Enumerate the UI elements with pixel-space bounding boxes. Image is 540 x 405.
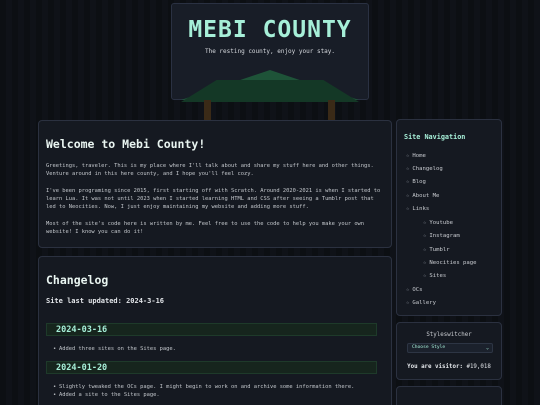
star-icon: ☆	[423, 247, 427, 253]
nav-link-about-me[interactable]: ☆ About Me	[406, 193, 439, 199]
nav-link-instagram[interactable]: ☆ Instagram	[423, 233, 460, 239]
changelog-date-header: 2024-01-20	[46, 361, 377, 374]
changelog-title: Changelog	[46, 273, 109, 287]
changelog-item: Added three sites on the Sites page.	[53, 346, 176, 352]
site-title: MEBI COUNTY	[188, 17, 352, 43]
sidebar-panel-partial	[396, 386, 502, 405]
star-icon: ☆	[406, 287, 410, 293]
star-icon: ☆	[423, 260, 427, 266]
nav-link-home[interactable]: ☆ Home	[406, 153, 426, 159]
welcome-title: Welcome to Mebi County!	[46, 137, 206, 151]
visitor-counter: You are visitor: #19,018	[397, 364, 501, 370]
sign-post-right	[328, 100, 335, 120]
welcome-paragraph-1: Greetings, traveler. This is my place wh…	[46, 163, 374, 178]
style-select-value: Choose Style	[412, 345, 446, 350]
welcome-paragraph-3: Most of the site's code here is written …	[46, 221, 365, 236]
changelog-item: Added a site to the Sites page.	[53, 392, 160, 398]
nav-link-links[interactable]: ☆ Links	[406, 206, 429, 212]
star-icon: ☆	[406, 300, 410, 306]
nav-link-neocities[interactable]: ☆ Neocities page	[423, 260, 477, 266]
nav-link-gallery[interactable]: ☆ Gallery	[406, 300, 436, 306]
welcome-panel: Welcome to Mebi County! Greetings, trave…	[38, 120, 392, 248]
chevron-down-icon: ⌄	[485, 345, 489, 351]
nav-link-ocs[interactable]: ☆ OCs	[406, 287, 422, 293]
star-icon: ☆	[406, 179, 410, 185]
nav-link-changelog[interactable]: ☆ Changelog	[406, 166, 443, 172]
star-icon: ☆	[423, 220, 427, 226]
nav-link-tumblr[interactable]: ☆ Tumblr	[423, 247, 450, 253]
star-icon: ☆	[423, 233, 427, 239]
styleswitcher-panel: Styleswitcher Choose Style ⌄ You are vis…	[396, 322, 502, 380]
site-subtitle: The resting county, enjoy your stay.	[204, 48, 336, 55]
star-icon: ☆	[406, 206, 410, 212]
changelog-date-header: 2024-03-16	[46, 323, 377, 336]
style-select[interactable]: Choose Style ⌄	[407, 343, 493, 353]
nav-link-sites[interactable]: ☆ Sites	[423, 273, 446, 279]
visitor-count: #19,018	[466, 364, 491, 370]
site-navigation-title: Site Navigation	[404, 133, 466, 141]
star-icon: ☆	[423, 273, 427, 279]
star-icon: ☆	[406, 153, 410, 159]
nav-link-youtube[interactable]: ☆ Youtube	[423, 220, 453, 226]
visitor-label: You are visitor:	[407, 364, 463, 370]
site-navigation-panel: Site Navigation ☆ Home ☆ Changelog ☆ Blog ☆…	[396, 119, 502, 316]
sign-post-left	[204, 100, 211, 120]
changelog-panel: Changelog Site last updated: 2024-3-16 2…	[38, 256, 392, 405]
star-icon: ☆	[406, 166, 410, 172]
nav-link-blog[interactable]: ☆ Blog	[406, 179, 426, 185]
last-updated-text: Site last updated: 2024-3-16	[46, 297, 165, 305]
changelog-item: Slightly tweaked the OCs page. I might b…	[53, 384, 354, 390]
styleswitcher-title: Styleswitcher	[426, 332, 472, 338]
star-icon: ☆	[406, 193, 410, 199]
welcome-paragraph-2: I've been programing since 2015, first s…	[46, 188, 381, 211]
